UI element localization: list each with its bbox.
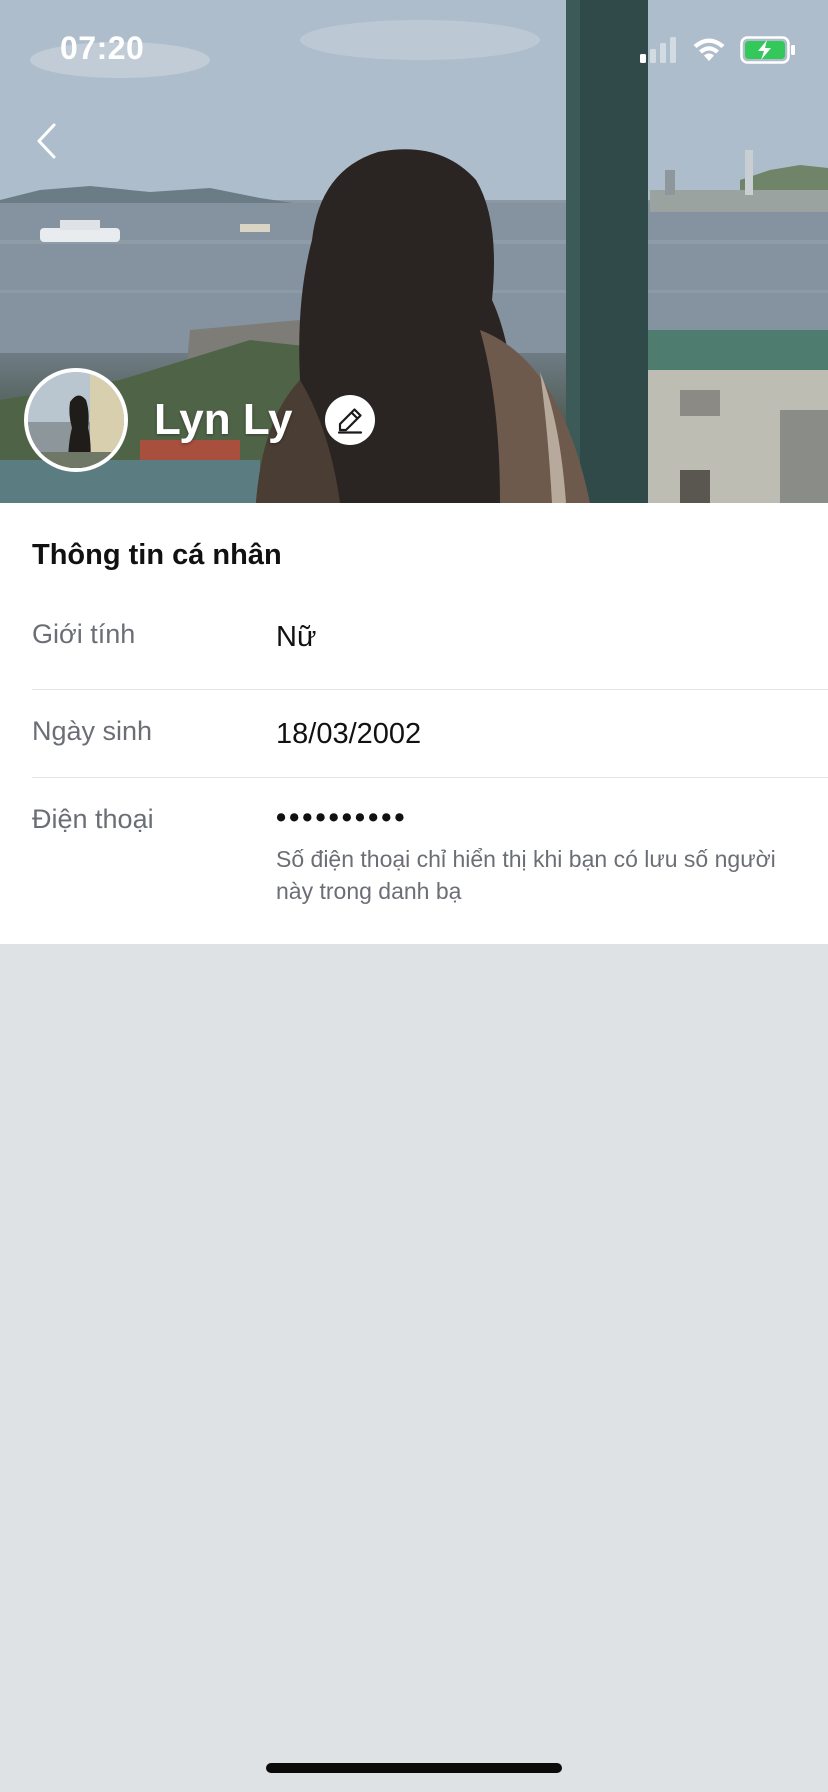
phone-row: Điện thoại •••••••••• Số điện thoại chỉ …: [32, 778, 828, 918]
gender-label: Giới tính: [32, 619, 136, 649]
birthday-row: Ngày sinh 18/03/2002: [32, 690, 828, 778]
home-indicator: [266, 1763, 562, 1773]
phone-value-masked: ••••••••••: [276, 802, 408, 834]
profile-screen: 07:20 Lyn Ly Thông tin cá nhân Giới tính…: [0, 0, 828, 1792]
personal-info-card: Thông tin cá nhân Giới tính Nữ Ngày sinh…: [0, 503, 828, 944]
avatar-image: [28, 372, 124, 468]
status-icons: [640, 36, 796, 64]
gender-row: Giới tính Nữ: [32, 613, 828, 690]
wifi-icon: [693, 38, 725, 61]
profile-name: Lyn Ly: [154, 395, 293, 444]
birthday-value: 18/03/2002: [276, 718, 422, 750]
birthday-label: Ngày sinh: [32, 716, 153, 746]
cellular-signal-icon: [640, 37, 676, 63]
status-time: 07:20: [60, 30, 145, 66]
phone-privacy-note: Số điện thoại chỉ hiển thị khi bạn có lư…: [276, 846, 776, 904]
edit-name-button[interactable]: [324, 395, 375, 445]
profile-header: Lyn Ly: [24, 368, 375, 472]
pencil-icon: [337, 408, 362, 434]
avatar[interactable]: [24, 368, 128, 472]
section-title: Thông tin cá nhân: [32, 539, 282, 571]
gender-value: Nữ: [276, 621, 317, 653]
cover-photo[interactable]: 07:20 Lyn Ly: [0, 0, 828, 503]
back-button[interactable]: [26, 118, 66, 164]
phone-label: Điện thoại: [32, 804, 154, 834]
chevron-left-icon: [37, 123, 56, 159]
status-bar: 07:20: [0, 0, 828, 100]
battery-charging-icon: [740, 36, 795, 64]
